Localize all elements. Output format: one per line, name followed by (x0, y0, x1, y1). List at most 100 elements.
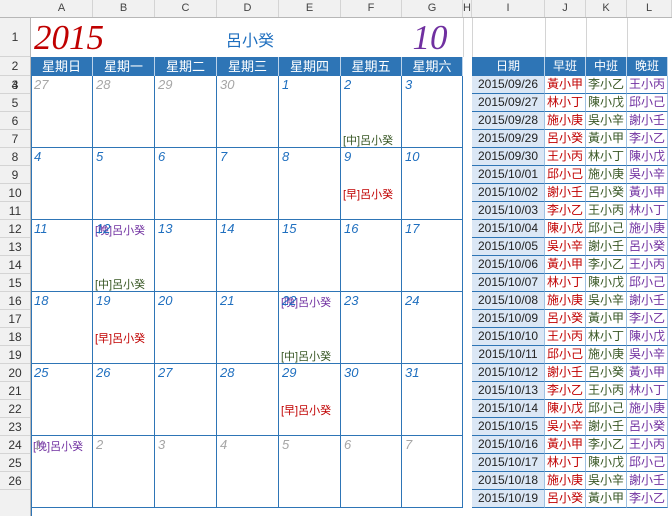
schedule-date-cell[interactable]: 2015/09/28 (472, 112, 545, 130)
schedule-date-cell[interactable]: 2015/10/07 (472, 274, 545, 292)
row-header-8[interactable]: 8 (0, 148, 30, 166)
calendar-day-cell[interactable]: 19 [早]呂小癸 (93, 292, 155, 364)
schedule-shift-cell[interactable]: 謝小壬 (627, 112, 668, 130)
schedule-date-cell[interactable]: 2015/10/11 (472, 346, 545, 364)
schedule-shift-cell[interactable]: 邱小己 (545, 346, 586, 364)
schedule-shift-cell[interactable]: 謝小壬 (545, 364, 586, 382)
calendar-day-cell[interactable]: 27 (155, 364, 217, 436)
row-header-25[interactable]: 25 (0, 454, 30, 472)
row-header-16[interactable]: 16 (0, 292, 30, 310)
schedule-shift-cell[interactable]: 吳小辛 (545, 418, 586, 436)
calendar-day-cell[interactable]: 20 (155, 292, 217, 364)
schedule-shift-cell[interactable]: 王小丙 (586, 202, 627, 220)
calendar-day-cell[interactable]: 24 (402, 292, 463, 364)
row-header-12[interactable]: 12 (0, 220, 30, 238)
row-header-14[interactable]: 14 (0, 256, 30, 274)
weekday-header-cell[interactable]: 星期二 (155, 57, 217, 76)
calendar-day-cell[interactable]: 5 [晚]呂小癸 (93, 148, 155, 237)
schedule-shift-cell[interactable]: 施小庚 (545, 112, 586, 130)
schedule-date-cell[interactable]: 2015/10/15 (472, 418, 545, 436)
calendar-day-cell[interactable]: 1 (279, 76, 341, 148)
schedule-shift-cell[interactable]: 黃小甲 (627, 364, 668, 382)
column-header-k[interactable]: K (586, 0, 627, 17)
schedule-shift-cell[interactable]: 謝小壬 (545, 184, 586, 202)
column-header-c[interactable]: C (155, 0, 217, 17)
schedule-shift-cell[interactable]: 王小丙 (627, 76, 668, 94)
column-header-h[interactable]: H (463, 0, 472, 17)
schedule-date-cell[interactable]: 2015/10/08 (472, 292, 545, 310)
calendar-day-cell[interactable]: 6 (155, 148, 217, 220)
row-header-26[interactable]: 26 (0, 472, 30, 490)
calendar-day-cell[interactable]: 11 (31, 220, 93, 292)
schedule-date-cell[interactable]: 2015/10/16 (472, 436, 545, 454)
schedule-shift-cell[interactable]: 李小乙 (545, 382, 586, 400)
calendar-day-cell[interactable]: 2 [中]呂小癸 (341, 76, 402, 148)
schedule-header-cell[interactable]: 中班 (586, 57, 627, 76)
schedule-shift-cell[interactable]: 施小庚 (586, 346, 627, 364)
schedule-shift-cell[interactable]: 陳小戊 (545, 220, 586, 238)
schedule-date-cell[interactable]: 2015/10/09 (472, 310, 545, 328)
schedule-shift-cell[interactable]: 李小乙 (627, 310, 668, 328)
column-header-d[interactable]: D (217, 0, 279, 17)
column-header-g[interactable]: G (402, 0, 463, 17)
schedule-date-cell[interactable]: 2015/10/03 (472, 202, 545, 220)
schedule-shift-cell[interactable]: 黃小甲 (545, 76, 586, 94)
schedule-shift-cell[interactable]: 陳小戊 (545, 400, 586, 418)
schedule-shift-cell[interactable]: 林小丁 (627, 202, 668, 220)
schedule-date-cell[interactable]: 2015/10/10 (472, 328, 545, 346)
schedule-shift-cell[interactable]: 呂小癸 (627, 238, 668, 256)
calendar-day-cell[interactable]: 15 [晚]呂小癸 (279, 220, 341, 309)
month-title[interactable]: 10 (400, 19, 460, 57)
row-header-22[interactable]: 22 (0, 400, 30, 418)
schedule-shift-cell[interactable]: 施小庚 (545, 292, 586, 310)
row-header-6[interactable]: 6 (0, 112, 30, 130)
calendar-day-cell[interactable]: 5 (279, 436, 341, 508)
schedule-shift-cell[interactable]: 李小乙 (545, 202, 586, 220)
schedule-date-cell[interactable]: 2015/10/06 (472, 256, 545, 274)
column-header-a[interactable]: A (31, 0, 93, 17)
calendar-day-cell[interactable]: 3 (402, 76, 463, 148)
calendar-day-cell[interactable]: 1 (31, 436, 93, 508)
row-header-5[interactable]: 5 (0, 94, 30, 112)
schedule-header-cell[interactable]: 晚班 (627, 57, 668, 76)
schedule-shift-cell[interactable]: 呂小癸 (545, 130, 586, 148)
schedule-shift-cell[interactable]: 吳小辛 (586, 292, 627, 310)
column-header-i[interactable]: I (472, 0, 545, 17)
calendar-day-cell[interactable]: 12 [中]呂小癸 (93, 220, 155, 292)
weekday-header-cell[interactable]: 星期六 (402, 57, 463, 76)
schedule-shift-cell[interactable]: 王小丙 (545, 148, 586, 166)
schedule-shift-cell[interactable]: 林小丁 (586, 148, 627, 166)
schedule-shift-cell[interactable]: 邱小己 (545, 166, 586, 184)
column-header-l[interactable]: L (627, 0, 672, 17)
schedule-shift-cell[interactable]: 林小丁 (545, 94, 586, 112)
schedule-shift-cell[interactable]: 林小丁 (545, 454, 586, 472)
calendar-day-cell[interactable]: 29 [早]呂小癸 (279, 364, 341, 436)
schedule-shift-cell[interactable]: 邱小己 (586, 220, 627, 238)
weekday-header-cell[interactable]: 星期三 (217, 57, 279, 76)
schedule-header-cell[interactable]: 日期 (472, 57, 545, 76)
schedule-date-cell[interactable]: 2015/10/13 (472, 382, 545, 400)
column-header-f[interactable]: F (341, 0, 402, 17)
calendar-day-cell[interactable]: 28 (93, 76, 155, 148)
column-header-e[interactable]: E (279, 0, 341, 17)
schedule-shift-cell[interactable]: 林小丁 (627, 382, 668, 400)
year-title[interactable]: 2015 (34, 19, 104, 57)
schedule-date-cell[interactable]: 2015/10/01 (472, 166, 545, 184)
calendar-day-cell[interactable]: 18 (31, 292, 93, 364)
schedule-shift-cell[interactable]: 邱小己 (627, 274, 668, 292)
schedule-shift-cell[interactable]: 施小庚 (545, 472, 586, 490)
schedule-shift-cell[interactable]: 呂小癸 (627, 418, 668, 436)
row-header-24[interactable]: 24 (0, 436, 30, 454)
schedule-shift-cell[interactable]: 施小庚 (627, 400, 668, 418)
schedule-shift-cell[interactable]: 陳小戊 (586, 454, 627, 472)
schedule-shift-cell[interactable]: 謝小壬 (586, 238, 627, 256)
calendar-day-cell[interactable]: 13 (155, 220, 217, 292)
weekday-header-cell[interactable]: 星期一 (93, 57, 155, 76)
schedule-shift-cell[interactable]: 王小丙 (627, 436, 668, 454)
schedule-header-cell[interactable]: 早班 (545, 57, 586, 76)
row-header-19[interactable]: 19 (0, 346, 30, 364)
schedule-shift-cell[interactable]: 邱小己 (627, 94, 668, 112)
schedule-date-cell[interactable]: 2015/10/05 (472, 238, 545, 256)
row-header-9[interactable]: 9 (0, 166, 30, 184)
weekday-header-cell[interactable]: 星期五 (341, 57, 402, 76)
